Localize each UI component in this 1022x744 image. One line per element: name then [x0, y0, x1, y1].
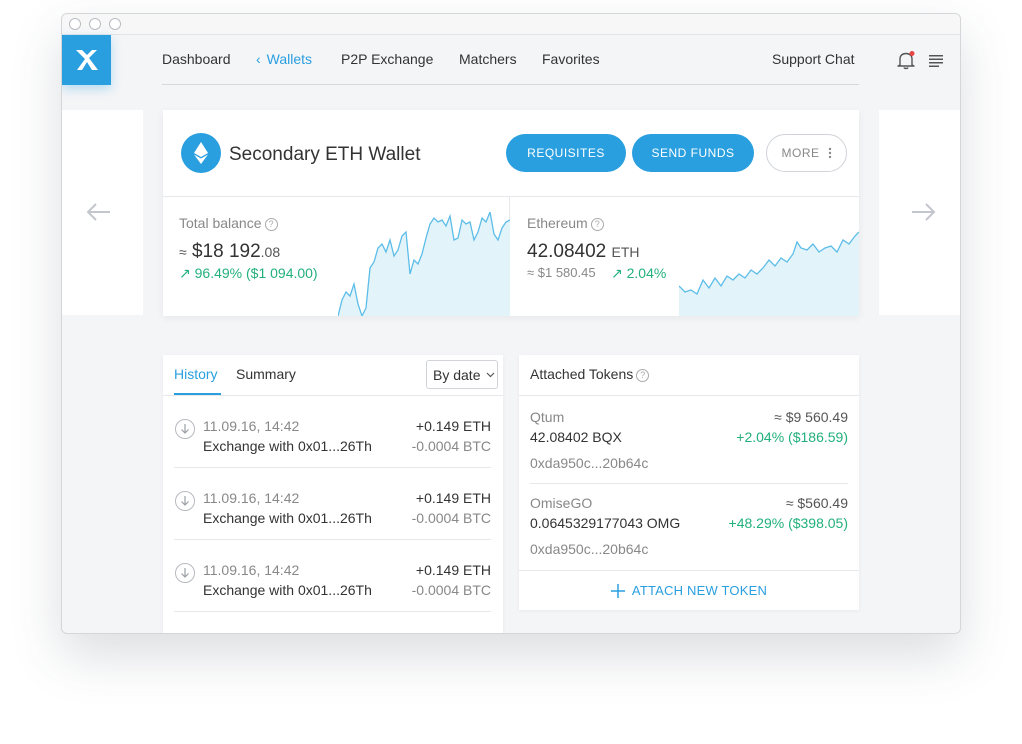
notification-dot — [909, 51, 915, 56]
token-address: 0xda950c...20b64c — [530, 455, 649, 471]
history-amount-secondary: -0.0004 BTC — [411, 582, 491, 598]
more-button-label: MORE — [781, 146, 820, 160]
requisites-button[interactable]: REQUISITES — [506, 134, 626, 172]
menu-icon[interactable] — [929, 55, 943, 67]
token-row[interactable]: Qtum 42.08402 BQX 0xda950c...20b64c ≈ $9… — [530, 398, 848, 484]
support-chat-link[interactable]: Support Chat — [772, 51, 855, 67]
token-usd-value: ≈ $560.49 — [785, 495, 848, 511]
ethereum-balance-section: Ethereum? 42.08402 ETH ≈ $1 580.45 ↗ 2.0… — [511, 197, 859, 316]
ethereum-label-text: Ethereum — [527, 215, 588, 231]
send-funds-button[interactable]: SEND FUNDS — [632, 134, 754, 172]
history-description: Exchange with 0x01...26Th — [203, 438, 372, 454]
dots-vertical-icon — [828, 147, 831, 159]
tokens-title-text: Attached Tokens — [530, 366, 634, 382]
history-amount: +0.149 ETH — [415, 490, 491, 506]
nav-wallets-label: Wallets — [266, 51, 313, 67]
token-usd-value: ≈ $9 560.49 — [774, 409, 848, 425]
ethereum-icon — [181, 133, 221, 173]
history-date: 11.09.16, 14:42 — [203, 490, 300, 506]
total-balance-main: $18 192 — [191, 241, 261, 262]
ethereum-sparkline — [679, 231, 859, 316]
nav-favorites[interactable]: Favorites — [542, 51, 600, 67]
token-amount: 0.0645329177043 OMG — [530, 515, 681, 531]
top-nav: Dashboard ‹ Wallets P2P Exchange Matchers… — [162, 35, 859, 85]
active-tab-indicator — [174, 393, 221, 395]
history-description: Exchange with 0x01...26Th — [203, 582, 372, 598]
history-row[interactable]: 11.09.16, 14:42 Exchange with 0x01...26T… — [174, 396, 491, 468]
tokens-title: Attached Tokens? — [530, 366, 650, 382]
maximize-window-button[interactable] — [109, 18, 121, 30]
total-balance-label-text: Total balance — [179, 215, 262, 231]
incoming-arrow-icon — [175, 563, 195, 583]
help-icon[interactable]: ? — [264, 218, 278, 231]
history-date: 11.09.16, 14:42 — [203, 418, 300, 434]
history-description: Exchange with 0x01...26Th — [203, 510, 372, 526]
incoming-arrow-icon — [175, 491, 195, 511]
help-icon[interactable]: ? — [590, 218, 604, 231]
total-balance-value: ≈ $18 192.08 — [179, 241, 280, 263]
nav-dashboard[interactable]: Dashboard — [162, 51, 231, 67]
token-amount: 42.08402 BQX — [530, 429, 622, 445]
wallet-title: Secondary ETH Wallet — [229, 144, 421, 165]
total-balance-sparkline — [338, 212, 510, 316]
total-balance-label: Total balance? — [179, 215, 278, 231]
history-date: 11.09.16, 14:42 — [203, 562, 300, 578]
history-row[interactable]: 11.09.16, 14:42 Exchange with 0x01...26T… — [174, 540, 491, 612]
ethereum-usd-value: ≈ $1 580.45 — [527, 265, 596, 280]
tab-history[interactable]: History — [174, 366, 218, 382]
nav-wallets[interactable]: ‹ Wallets — [256, 51, 312, 67]
history-panel: History Summary By date 11.09.16, 14:42 … — [163, 355, 503, 633]
close-window-button[interactable] — [69, 18, 81, 30]
wallet-card-header: Secondary ETH Wallet REQUISITES SEND FUN… — [163, 110, 859, 197]
ethereum-label: Ethereum? — [527, 215, 604, 231]
history-amount-secondary: -0.0004 BTC — [411, 510, 491, 526]
ethereum-unit: ETH — [611, 244, 640, 260]
app-window: Dashboard ‹ Wallets P2P Exchange Matchers… — [61, 13, 961, 634]
attached-tokens-panel: Attached Tokens? Qtum 42.08402 BQX 0xda9… — [519, 355, 859, 610]
history-amount: +0.149 ETH — [415, 418, 491, 434]
title-bar — [62, 14, 960, 35]
chevron-down-icon — [486, 372, 495, 378]
app-logo[interactable] — [62, 35, 111, 85]
wallet-card: Secondary ETH Wallet REQUISITES SEND FUN… — [163, 110, 859, 316]
tokens-header: Attached Tokens? — [519, 355, 859, 396]
tab-summary[interactable]: Summary — [236, 366, 296, 382]
chevron-left-icon: ‹ — [256, 51, 261, 67]
history-row[interactable]: 11.09.16, 14:42 Exchange with 0x01...26T… — [174, 468, 491, 540]
history-amount: +0.149 ETH — [415, 562, 491, 578]
ethereum-balance-value: 42.08402 ETH — [527, 241, 640, 263]
arrow-left-icon — [86, 203, 110, 221]
token-address: 0xda950c...20b64c — [530, 541, 649, 557]
ethereum-change: ↗ 2.04% — [611, 265, 667, 281]
history-tabs: History Summary By date — [163, 355, 503, 396]
incoming-arrow-icon — [175, 419, 195, 439]
attach-new-token-button[interactable]: ATTACH NEW TOKEN — [519, 570, 859, 610]
ethereum-amount: 42.08402 — [527, 241, 607, 262]
token-change: +48.29% ($398.05) — [728, 515, 848, 531]
nav-p2p-exchange[interactable]: P2P Exchange — [341, 51, 433, 67]
plus-icon — [610, 583, 625, 598]
arrow-right-icon — [912, 203, 936, 221]
token-name: OmiseGO — [530, 495, 593, 511]
sort-select-value: By date — [433, 367, 481, 383]
total-balance-change: ↗ 96.49% ($1 094.00) — [179, 265, 318, 281]
total-balance-section: Total balance? ≈ $18 192.08 ↗ 96.49% ($1… — [163, 197, 510, 316]
minimize-window-button[interactable] — [89, 18, 101, 30]
approx-symbol: ≈ — [179, 244, 187, 260]
token-change: +2.04% ($186.59) — [736, 429, 848, 445]
token-name: Qtum — [530, 409, 565, 425]
sort-select[interactable]: By date — [426, 360, 498, 389]
previous-wallet-panel[interactable] — [62, 110, 143, 315]
token-row[interactable]: OmiseGO 0.0645329177043 OMG 0xda950c...2… — [530, 484, 848, 570]
next-wallet-panel[interactable] — [879, 110, 960, 315]
logo-icon — [75, 50, 98, 70]
help-icon[interactable]: ? — [636, 369, 650, 382]
history-amount-secondary: -0.0004 BTC — [411, 438, 491, 454]
total-balance-decimals: .08 — [260, 244, 281, 260]
attach-new-token-label: ATTACH NEW TOKEN — [631, 583, 768, 598]
bell-icon[interactable] — [896, 50, 916, 70]
nav-matchers[interactable]: Matchers — [459, 51, 517, 67]
more-button[interactable]: MORE — [766, 134, 847, 172]
